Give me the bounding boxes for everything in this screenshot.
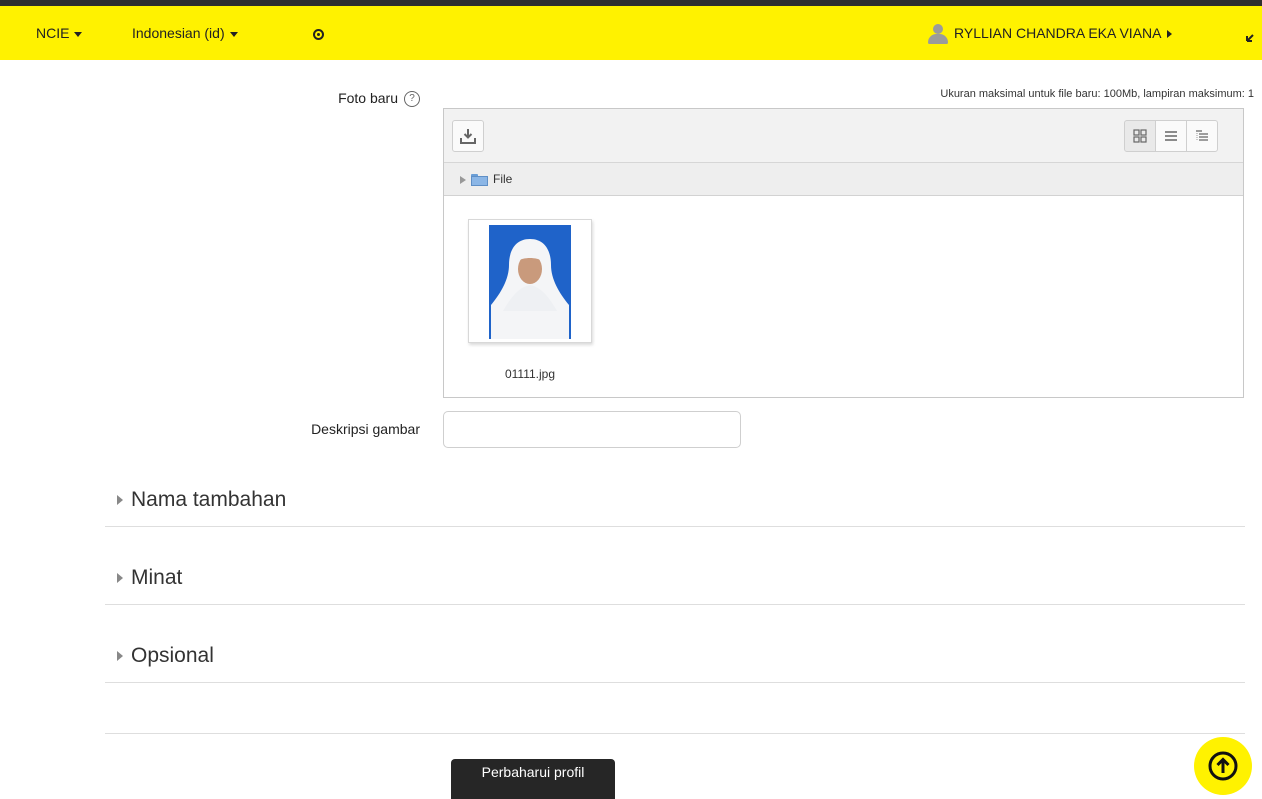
- new-photo-label-row: Foto baru?: [280, 90, 420, 108]
- section-title: Opsional: [131, 644, 214, 667]
- site-menu[interactable]: NCIE: [36, 6, 83, 60]
- filepicker: File 01111.jpg: [443, 108, 1244, 398]
- site-menu-label: NCIE: [36, 25, 70, 41]
- caret-right-icon: [1167, 30, 1173, 39]
- language-menu-label: Indonesian (id): [132, 25, 225, 41]
- section-minat[interactable]: Minat: [105, 556, 1245, 605]
- section-title: Nama tambahan: [131, 488, 287, 511]
- user-icon: [926, 24, 950, 45]
- arrow-up-circle-icon: [1208, 751, 1238, 781]
- nav-action-button[interactable]: [313, 6, 324, 60]
- file-name: 01111.jpg: [504, 367, 556, 381]
- grid-view-icon: [1133, 129, 1147, 143]
- new-photo-label: Foto baru: [338, 90, 398, 106]
- top-navbar: NCIE Indonesian (id) RYLLIAN CHANDRA EKA…: [0, 6, 1262, 60]
- file-thumbnail[interactable]: [468, 219, 592, 343]
- collapse-triangle-icon: [117, 651, 123, 661]
- grid-view-button[interactable]: [1124, 120, 1156, 152]
- section-opsional[interactable]: Opsional: [105, 634, 1245, 683]
- profile-photo-image: [489, 225, 571, 339]
- help-icon[interactable]: ?: [404, 91, 420, 108]
- tree-view-button[interactable]: [1186, 120, 1218, 152]
- upload-button[interactable]: [452, 120, 484, 152]
- download-tray-icon: [460, 129, 476, 144]
- image-description-input[interactable]: [443, 411, 741, 448]
- user-name: RYLLIAN CHANDRA EKA VIANA: [954, 25, 1162, 41]
- circle-down-icon: [313, 28, 324, 40]
- update-profile-button[interactable]: Perbaharui profil: [451, 759, 615, 799]
- form-divider: [105, 733, 1245, 734]
- list-view-button[interactable]: [1155, 120, 1187, 152]
- back-to-top-button[interactable]: [1194, 737, 1252, 795]
- path-folder-label: File: [493, 172, 513, 186]
- image-description-label: Deskripsi gambar: [311, 421, 420, 437]
- chevron-down-icon: [74, 31, 83, 37]
- section-title: Minat: [131, 566, 183, 589]
- filepicker-toolbar: [444, 109, 1243, 163]
- language-menu[interactable]: Indonesian (id): [132, 6, 238, 60]
- tree-view-icon: [1196, 130, 1208, 141]
- expand-arrow-icon: [460, 175, 466, 184]
- section-nama-tambahan[interactable]: Nama tambahan: [105, 478, 1245, 527]
- collapse-triangle-icon: [117, 573, 123, 583]
- folder-icon: [471, 173, 488, 186]
- max-size-note: Ukuran maksimal untuk file baru: 100Mb, …: [940, 88, 1254, 100]
- list-view-icon: [1165, 131, 1177, 141]
- chevron-down-icon: [229, 31, 238, 37]
- collapse-triangle-icon: [117, 495, 123, 505]
- filepicker-path[interactable]: File: [444, 163, 1243, 196]
- expand-icon[interactable]: [1246, 28, 1258, 45]
- user-menu[interactable]: RYLLIAN CHANDRA EKA VIANA: [926, 6, 1173, 60]
